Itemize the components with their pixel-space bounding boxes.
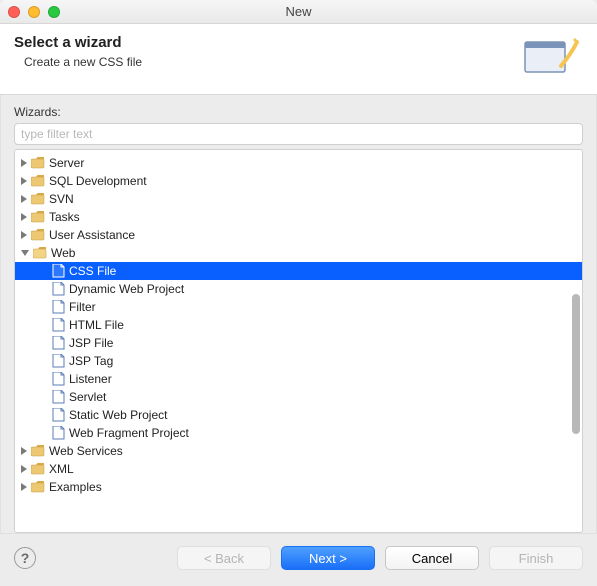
tree-item-label: Filter	[69, 300, 96, 314]
disclosure-triangle-icon	[39, 393, 47, 401]
tree-item-label: Static Web Project	[69, 408, 167, 422]
fragment-icon	[51, 426, 65, 440]
disclosure-triangle-icon	[39, 411, 47, 419]
css-icon	[51, 264, 65, 278]
folder-icon	[31, 211, 45, 223]
disclosure-triangle-icon	[39, 267, 47, 275]
disclosure-triangle-icon[interactable]	[21, 213, 27, 221]
disclosure-triangle-icon	[39, 429, 47, 437]
filter-icon	[51, 300, 65, 314]
jsp-icon	[51, 336, 65, 350]
disclosure-triangle-icon[interactable]	[21, 159, 27, 167]
tree-item-label: JSP Tag	[69, 354, 113, 368]
tree-item[interactable]: Static Web Project	[15, 406, 582, 424]
tree-item-label: Web	[51, 246, 75, 260]
tree-item-label: Dynamic Web Project	[69, 282, 184, 296]
project-icon	[51, 408, 65, 422]
disclosure-triangle-icon[interactable]	[21, 250, 29, 256]
cancel-button[interactable]: Cancel	[385, 546, 479, 570]
folder-icon	[31, 157, 45, 169]
back-button: < Back	[177, 546, 271, 570]
disclosure-triangle-icon[interactable]	[21, 465, 27, 473]
tree-item-label: User Assistance	[49, 228, 135, 242]
tree-item-label: SVN	[49, 192, 74, 206]
tree-folder[interactable]: SVN	[15, 190, 582, 208]
tree-item[interactable]: Dynamic Web Project	[15, 280, 582, 298]
dialog-header: Select a wizard Create a new CSS file	[0, 24, 597, 95]
disclosure-triangle-icon[interactable]	[21, 483, 27, 491]
tree-item-label: Web Services	[49, 444, 123, 458]
folder-icon	[31, 445, 45, 457]
folder-icon	[31, 463, 45, 475]
tree-folder[interactable]: Web Services	[15, 442, 582, 460]
disclosure-triangle-icon	[39, 357, 47, 365]
tree-item-label: Tasks	[49, 210, 80, 224]
wizard-tree[interactable]: Server SQL Development SVN Tasks User As…	[14, 149, 583, 533]
disclosure-triangle-icon[interactable]	[21, 447, 27, 455]
tree-item[interactable]: Servlet	[15, 388, 582, 406]
tree-item-label: Examples	[49, 480, 102, 494]
tree-item-label: Web Fragment Project	[69, 426, 189, 440]
tree-item-label: Servlet	[69, 390, 106, 404]
servlet-icon	[51, 390, 65, 404]
tree-item[interactable]: Listener	[15, 370, 582, 388]
tree-item[interactable]: JSP Tag	[15, 352, 582, 370]
disclosure-triangle-icon[interactable]	[21, 177, 27, 185]
titlebar: New	[0, 0, 597, 24]
disclosure-triangle-icon	[39, 339, 47, 347]
header-title: Select a wizard	[14, 34, 142, 51]
tree-folder[interactable]: Examples	[15, 478, 582, 496]
wizards-label: Wizards:	[14, 105, 583, 119]
folder-icon	[31, 481, 45, 493]
folder-icon	[31, 229, 45, 241]
header-subtitle: Create a new CSS file	[14, 55, 142, 69]
tree-item[interactable]: Web Fragment Project	[15, 424, 582, 442]
finish-button: Finish	[489, 546, 583, 570]
listener-icon	[51, 372, 65, 386]
tree-item-label: SQL Development	[49, 174, 147, 188]
folder-icon	[31, 193, 45, 205]
tree-item[interactable]: JSP File	[15, 334, 582, 352]
tree-item-label: Listener	[69, 372, 112, 386]
tree-item-label: CSS File	[69, 264, 116, 278]
html-icon	[51, 318, 65, 332]
window-title: New	[0, 4, 597, 19]
tree-folder[interactable]: SQL Development	[15, 172, 582, 190]
tree-item-label: Server	[49, 156, 84, 170]
help-button[interactable]: ?	[14, 547, 36, 569]
disclosure-triangle-icon	[39, 375, 47, 383]
disclosure-triangle-icon	[39, 321, 47, 329]
tree-folder[interactable]: XML	[15, 460, 582, 478]
tree-folder[interactable]: Tasks	[15, 208, 582, 226]
tree-item[interactable]: Filter	[15, 298, 582, 316]
next-button[interactable]: Next >	[281, 546, 375, 570]
tree-item[interactable]: CSS File	[15, 262, 582, 280]
folder-icon	[31, 175, 45, 187]
folder-icon	[33, 247, 47, 259]
scrollbar[interactable]	[570, 154, 580, 528]
wizard-banner-icon	[519, 34, 583, 82]
scrollbar-thumb[interactable]	[572, 294, 580, 434]
disclosure-triangle-icon	[39, 303, 47, 311]
disclosure-triangle-icon[interactable]	[21, 195, 27, 203]
tree-item-label: XML	[49, 462, 74, 476]
tree-item-label: HTML File	[69, 318, 124, 332]
filter-text-input[interactable]	[14, 123, 583, 145]
disclosure-triangle-icon	[39, 285, 47, 293]
tree-item[interactable]: HTML File	[15, 316, 582, 334]
tree-folder[interactable]: Server	[15, 154, 582, 172]
tree-folder[interactable]: Web	[15, 244, 582, 262]
tree-item-label: JSP File	[69, 336, 113, 350]
tree-folder[interactable]: User Assistance	[15, 226, 582, 244]
project-icon	[51, 282, 65, 296]
jsptag-icon	[51, 354, 65, 368]
disclosure-triangle-icon[interactable]	[21, 231, 27, 239]
